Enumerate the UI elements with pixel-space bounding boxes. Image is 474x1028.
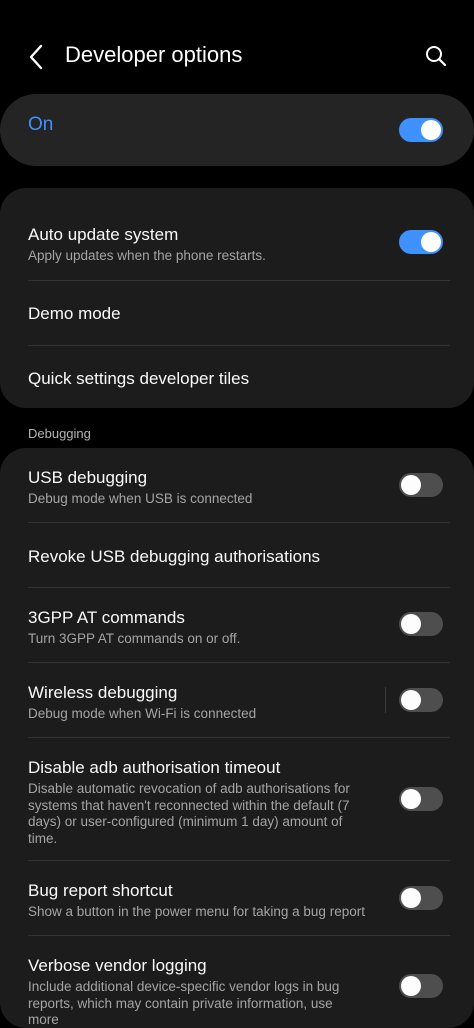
search-button[interactable] [420, 40, 452, 72]
setting-usb-debugging[interactable]: USB debugging Debug mode when USB is con… [0, 448, 474, 522]
back-button[interactable] [22, 40, 50, 74]
wireless-debugging-toggle[interactable] [399, 688, 443, 712]
setting-demo-mode[interactable]: Demo mode [0, 281, 474, 345]
setting-title: Wireless debugging [28, 683, 178, 702]
setting-disable-adb-timeout[interactable]: Disable adb authorisation timeout Disabl… [0, 738, 474, 860]
setting-revoke-usb-authorisations[interactable]: Revoke USB debugging authorisations [0, 523, 474, 587]
setting-title: USB debugging [28, 468, 148, 487]
row-separator [385, 687, 386, 713]
toggle-knob [401, 614, 421, 634]
page-title: Developer options [65, 42, 243, 67]
chevron-left-icon [29, 44, 43, 70]
verbose-logging-toggle[interactable] [399, 974, 443, 998]
setting-quick-settings-tiles[interactable]: Quick settings developer tiles [0, 346, 474, 408]
toggle-knob [401, 976, 421, 996]
setting-title: Bug report shortcut [28, 881, 173, 900]
master-switch-label: On [28, 114, 54, 135]
setting-subtitle: Turn 3GPP AT commands on or off. [28, 631, 241, 646]
setting-title: Verbose vendor logging [28, 956, 207, 975]
toggle-knob [401, 475, 421, 495]
setting-subtitle: Disable automatic revocation of adb auth… [28, 781, 350, 846]
bug-report-toggle[interactable] [399, 886, 443, 910]
toggle-knob [421, 232, 441, 252]
settings-group-debugging: USB debugging Debug mode when USB is con… [0, 448, 474, 1028]
setting-bug-report-shortcut[interactable]: Bug report shortcut Show a button in the… [0, 861, 474, 935]
setting-subtitle: Include additional device-specific vendo… [28, 979, 340, 1027]
section-header-debugging: Debugging [28, 426, 91, 441]
usb-debugging-toggle[interactable] [399, 473, 443, 497]
setting-3gpp-at-commands[interactable]: 3GPP AT commands Turn 3GPP AT commands o… [0, 588, 474, 662]
setting-subtitle: Show a button in the power menu for taki… [28, 904, 365, 919]
setting-title: Quick settings developer tiles [28, 369, 250, 388]
master-toggle[interactable] [399, 118, 443, 142]
setting-title: Auto update system [28, 225, 179, 244]
master-switch-card[interactable]: On [0, 94, 474, 166]
setting-subtitle: Apply updates when the phone restarts. [28, 248, 266, 263]
setting-title: 3GPP AT commands [28, 608, 185, 627]
toggle-knob [421, 120, 441, 140]
toggle-knob [401, 789, 421, 809]
setting-wireless-debugging[interactable]: Wireless debugging Debug mode when Wi-Fi… [0, 663, 474, 737]
setting-title: Demo mode [28, 304, 121, 323]
setting-subtitle: Debug mode when USB is connected [28, 491, 253, 506]
toggle-knob [401, 888, 421, 908]
3gpp-at-toggle[interactable] [399, 612, 443, 636]
setting-subtitle: Debug mode when Wi-Fi is connected [28, 706, 257, 721]
search-icon [426, 46, 447, 67]
settings-group-general: Auto update system Apply updates when th… [0, 188, 474, 408]
setting-verbose-vendor-logging[interactable]: Verbose vendor logging Include additiona… [0, 936, 474, 1027]
toggle-knob [401, 690, 421, 710]
setting-auto-update-system[interactable]: Auto update system Apply updates when th… [0, 188, 474, 280]
setting-title: Revoke USB debugging authorisations [28, 547, 321, 566]
setting-title: Disable adb authorisation timeout [28, 758, 281, 777]
adb-timeout-toggle[interactable] [399, 787, 443, 811]
auto-update-toggle[interactable] [399, 230, 443, 254]
